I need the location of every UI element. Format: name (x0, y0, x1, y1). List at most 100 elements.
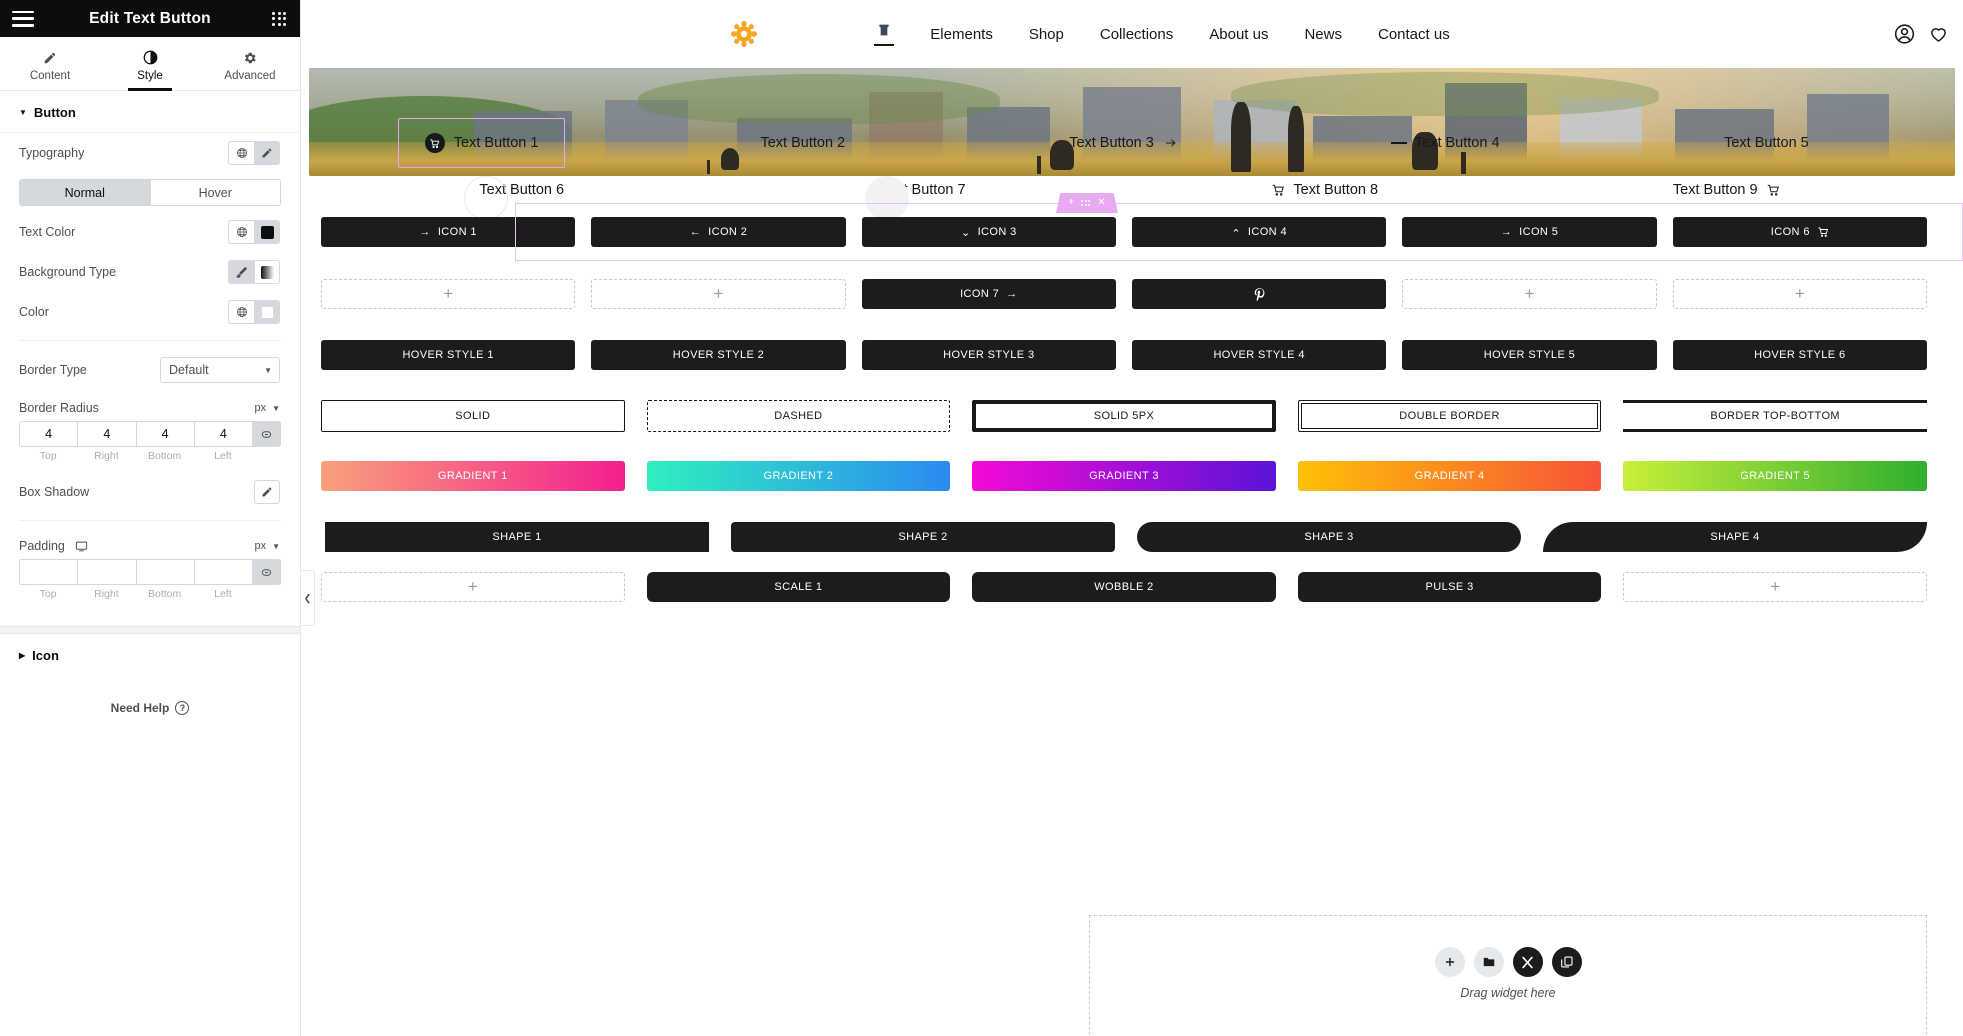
tab-content[interactable]: Content (0, 37, 100, 90)
nav-item-elements[interactable]: Elements (930, 26, 993, 43)
shape-4[interactable]: SHAPE 4 (1543, 522, 1927, 552)
hover-style-5[interactable]: HOVER STYLE 5 (1402, 340, 1657, 370)
text-button-2[interactable]: Text Button 2 (760, 135, 845, 151)
nav-item-contact-us[interactable]: Contact us (1378, 26, 1450, 43)
border-style-solid[interactable]: SOLID (321, 400, 625, 432)
nav-item-shop[interactable]: Shop (1029, 26, 1064, 43)
gear-flower-logo[interactable] (731, 21, 757, 47)
border-radius-top[interactable] (19, 421, 78, 447)
border-style-dashed[interactable]: DASHED (646, 400, 951, 432)
chevron-down-icon[interactable]: ▼ (272, 404, 280, 413)
heart-icon[interactable] (1928, 24, 1949, 45)
shape-1[interactable]: SHAPE 1 (325, 522, 709, 552)
text-button-5[interactable]: Text Button 5 (1724, 135, 1809, 151)
state-tabs: Normal Hover (19, 179, 281, 206)
border-radius-left[interactable] (193, 421, 252, 447)
drop-zone[interactable]: Drag widget here (1089, 915, 1927, 1036)
gradient-icon[interactable] (254, 261, 279, 283)
hamburger-icon[interactable] (12, 10, 34, 27)
pencil-icon (43, 50, 57, 66)
drag-dots-icon[interactable] (1081, 200, 1091, 206)
tab-style[interactable]: Style (100, 37, 200, 91)
border-radius-right[interactable] (77, 421, 136, 447)
hover-style-6[interactable]: HOVER STYLE 6 (1672, 340, 1927, 370)
hover-style-4[interactable]: HOVER STYLE 4 (1131, 340, 1387, 370)
store-icon (876, 22, 892, 38)
animation-pulse-3[interactable]: PULSE 3 (1297, 572, 1602, 602)
pinterest-button[interactable] (1131, 279, 1387, 309)
text-button-8[interactable]: Text Button 8 (1271, 182, 1378, 198)
plus-icon[interactable]: + (1068, 198, 1074, 208)
plus-icon: + (1770, 577, 1781, 596)
border-style-double[interactable]: DOUBLE BORDER (1297, 400, 1602, 432)
grid-dots-icon[interactable] (272, 11, 286, 26)
border-type-select[interactable]: Default ▼ (160, 357, 280, 383)
border-radius-unit[interactable]: px (254, 402, 266, 414)
border-style-top-bottom[interactable]: BORDER TOP-BOTTOM (1623, 400, 1927, 432)
need-help-link[interactable]: Need Help ? (0, 675, 300, 741)
widget-placeholder[interactable]: + (591, 279, 846, 309)
gradient-3[interactable]: GRADIENT 3 (972, 461, 1276, 491)
section-icon[interactable]: ▶ Icon (0, 634, 300, 675)
hover-style-3[interactable]: HOVER STYLE 3 (861, 340, 1116, 370)
padding-bottom[interactable] (135, 559, 194, 585)
padding-unit[interactable]: px (254, 540, 266, 552)
user-circle-icon[interactable] (1893, 23, 1916, 46)
text-button-3[interactable]: Text Button 3 (1069, 135, 1179, 151)
padding-top[interactable] (19, 559, 78, 585)
gradient-1[interactable]: GRADIENT 1 (321, 461, 625, 491)
widget-placeholder[interactable]: + (321, 279, 576, 309)
section-button[interactable]: ▼ Button (0, 91, 300, 133)
animation-scale-1[interactable]: SCALE 1 (646, 572, 951, 602)
gradient-4[interactable]: GRADIENT 4 (1297, 461, 1602, 491)
gradient-2[interactable]: GRADIENT 2 (646, 461, 951, 491)
nav-item-collections[interactable]: Collections (1100, 26, 1173, 43)
icon-button-7[interactable]: ICON 7 → (861, 279, 1116, 309)
copy-icon[interactable] (1551, 947, 1582, 977)
widget-placeholder[interactable]: + (1623, 572, 1927, 602)
widget-placeholder[interactable]: + (321, 572, 625, 602)
brush-icon[interactable] (229, 261, 254, 283)
close-icon[interactable]: ✕ (1097, 198, 1105, 208)
globe-icon[interactable] (229, 142, 254, 164)
link-icon[interactable] (252, 559, 281, 585)
folder-icon[interactable] (1473, 947, 1504, 977)
plus-icon[interactable] (1434, 947, 1465, 977)
hover-style-1[interactable]: HOVER STYLE 1 (321, 340, 576, 370)
panel-collapse-toggle[interactable]: ❮ (301, 570, 315, 626)
border-style-solid-5px[interactable]: SOLID 5PX (972, 400, 1276, 432)
text-button-4[interactable]: Text Button 4 (1390, 135, 1500, 151)
nav-item-news[interactable]: News (1304, 26, 1342, 43)
globe-icon[interactable] (229, 221, 254, 243)
hover-style-2[interactable]: HOVER STYLE 2 (591, 340, 846, 370)
chevron-down-icon[interactable]: ▼ (272, 542, 280, 551)
typography-edit-icon[interactable] (254, 142, 279, 164)
gradient-5[interactable]: GRADIENT 5 (1623, 461, 1927, 491)
editor-panel: Edit Text Button Content Style Advanced … (0, 0, 301, 1036)
text-color-swatch[interactable] (254, 221, 279, 243)
nav-item-about-us[interactable]: About us (1209, 26, 1268, 43)
link-icon[interactable] (252, 421, 281, 447)
globe-icon[interactable] (229, 301, 254, 323)
box-shadow-edit-icon[interactable] (254, 480, 280, 504)
border-radius-bottom[interactable] (135, 421, 194, 447)
elementor-ai-icon[interactable] (1512, 947, 1543, 977)
color-swatch[interactable] (254, 301, 279, 323)
widget-placeholder[interactable]: + (1402, 279, 1657, 309)
nav-home[interactable] (874, 22, 895, 47)
section-button-label: Button (33, 105, 76, 120)
desktop-icon[interactable] (75, 540, 88, 553)
state-normal[interactable]: Normal (20, 180, 150, 205)
state-hover[interactable]: Hover (149, 180, 280, 205)
animation-wobble-2[interactable]: WOBBLE 2 (972, 572, 1276, 602)
text-button-1[interactable]: Text Button 1 (397, 118, 566, 168)
text-button-9[interactable]: Text Button 9 (1673, 182, 1780, 198)
widget-placeholder[interactable]: + (1672, 279, 1927, 309)
padding-left[interactable] (193, 559, 252, 585)
shape-2[interactable]: SHAPE 2 (731, 522, 1115, 552)
plus-icon: + (713, 284, 724, 303)
tab-advanced[interactable]: Advanced (200, 37, 300, 90)
shape-3[interactable]: SHAPE 3 (1137, 522, 1521, 552)
padding-right[interactable] (77, 559, 136, 585)
control-text-color: Text Color (0, 212, 300, 252)
